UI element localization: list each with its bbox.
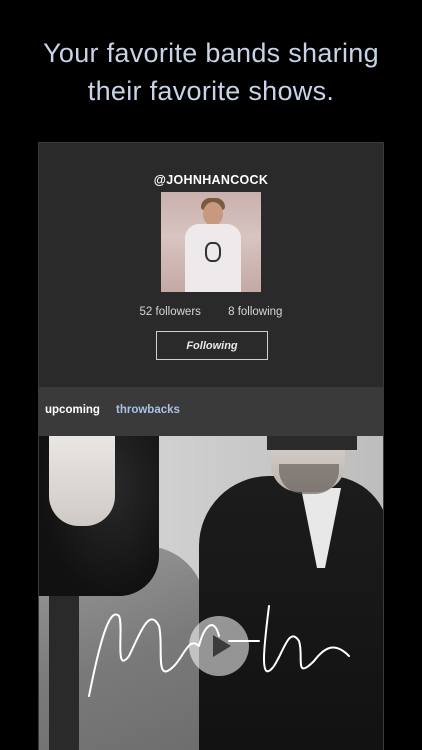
avatar[interactable] [161,192,261,292]
profile-header: @JOHNHANCOCK 52 followers 8 following Fo… [39,143,383,387]
photo-detail [49,436,115,526]
following-count[interactable]: 8 following [228,306,282,318]
following-button[interactable]: Following [156,331,268,360]
headline: Your favorite bands sharing their favori… [0,34,422,110]
tab-bar: upcoming throwbacks [39,387,383,436]
play-button[interactable] [189,616,249,676]
profile-stats: 52 followers 8 following [39,306,383,318]
play-icon [212,635,231,657]
headline-line-1: Your favorite bands sharing [43,38,379,68]
profile-username: @JOHNHANCOCK [153,173,269,187]
headline-line-2: their favorite shows. [87,76,335,106]
photo-detail [267,436,357,450]
followers-count[interactable]: 52 followers [140,306,201,318]
tab-throwbacks[interactable]: throwbacks [116,404,180,416]
video-thumbnail[interactable] [39,436,383,750]
phone-screen: @JOHNHANCOCK 52 followers 8 following Fo… [38,142,384,750]
tab-upcoming[interactable]: upcoming [45,404,100,416]
